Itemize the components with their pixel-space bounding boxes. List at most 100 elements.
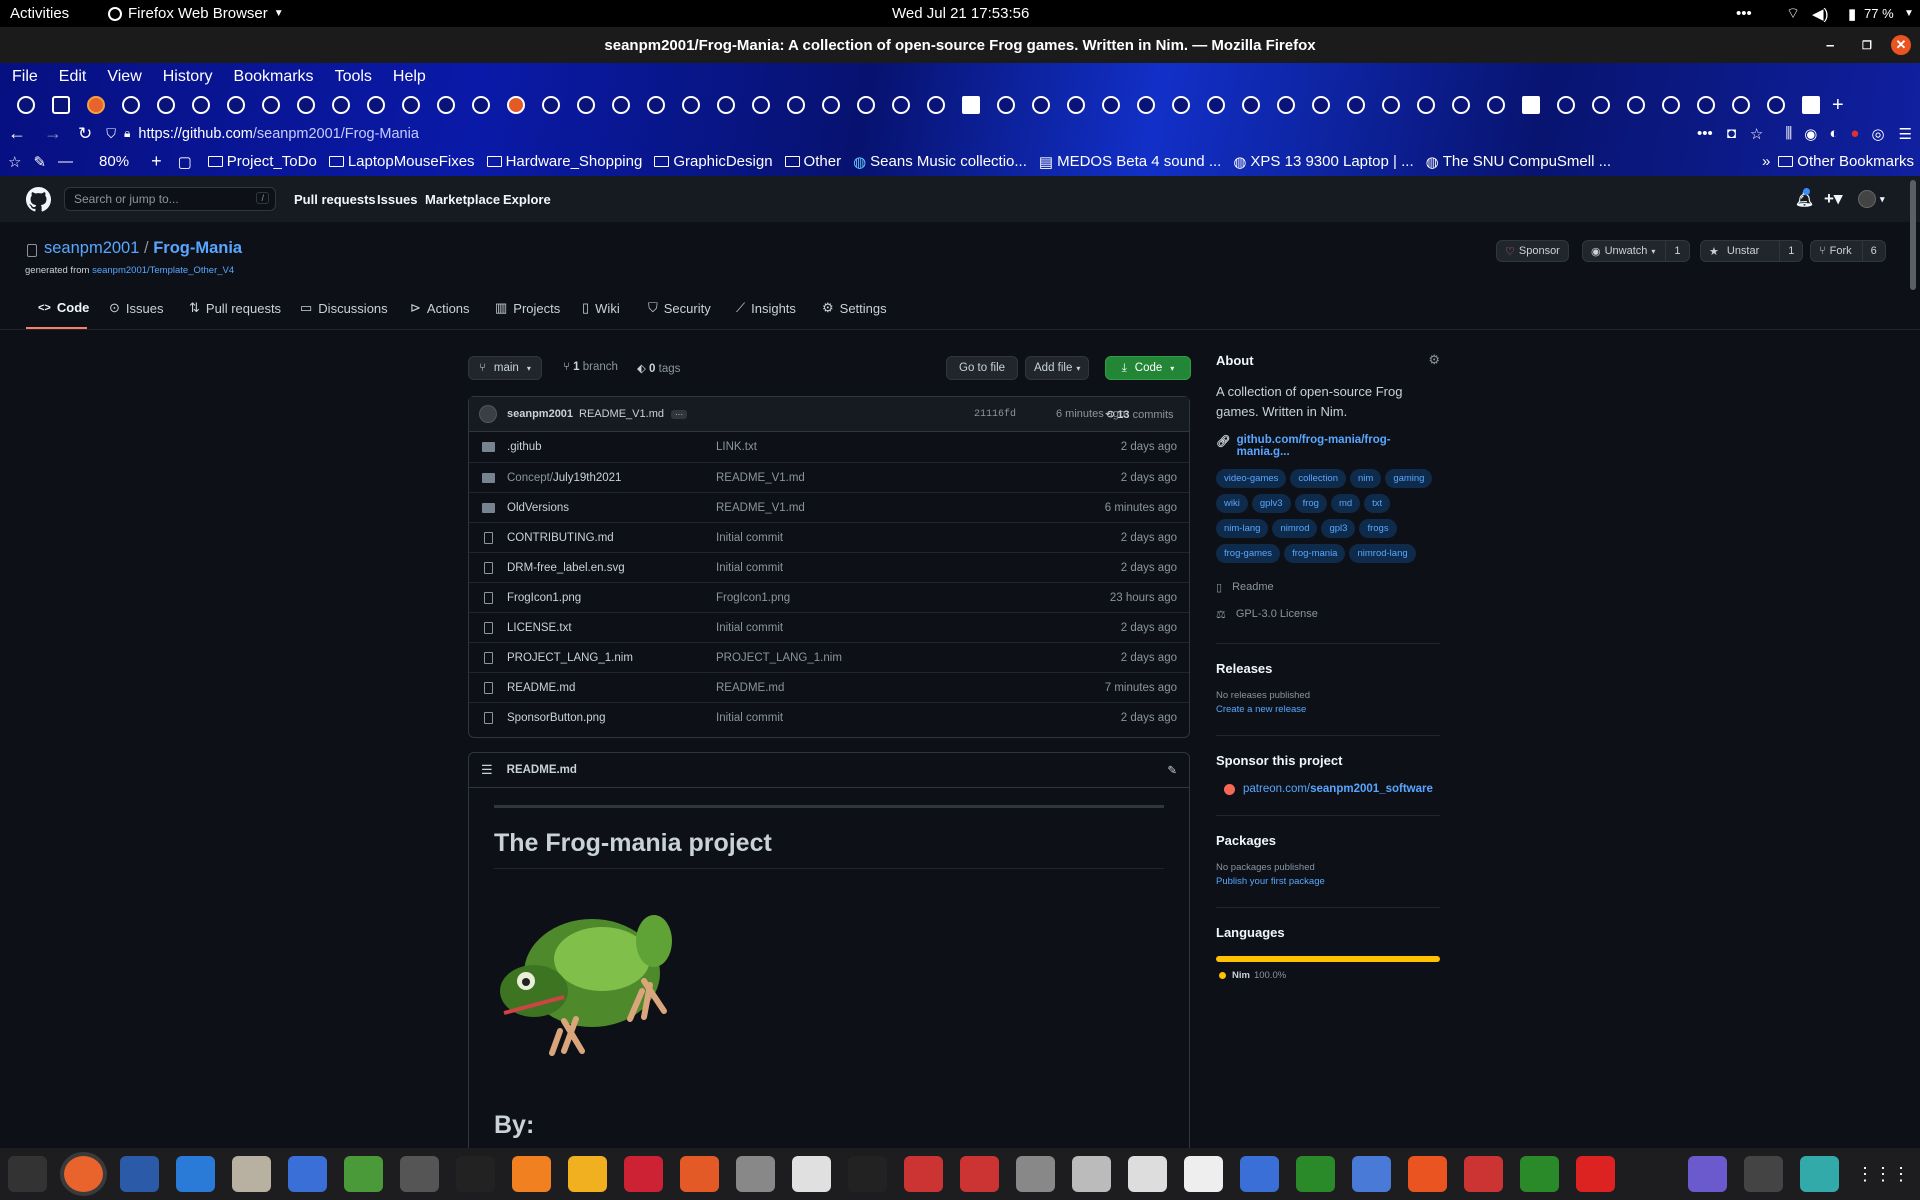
browser-tab[interactable]	[603, 90, 638, 120]
bookmark-folder[interactable]: Other	[784, 153, 841, 170]
image-viewer-icon[interactable]	[736, 1156, 775, 1192]
topic-tag[interactable]: nim-lang	[1216, 519, 1269, 538]
wifi-icon[interactable]: ⌔	[1786, 4, 1800, 23]
file-name[interactable]: CONTRIBUTING.md	[507, 532, 614, 544]
screenshot-icon[interactable]: ▢	[178, 153, 192, 171]
tab-projects[interactable]: ▥ Projects	[495, 300, 560, 316]
file-row[interactable]: OldVersions README_V1.md 6 minutes ago	[469, 492, 1189, 522]
github-ext-icon[interactable]: ◎	[1871, 125, 1884, 143]
browser-tab[interactable]	[778, 90, 813, 120]
browser-tab[interactable]	[953, 90, 988, 120]
file-commit-message[interactable]: Initial commit	[716, 562, 783, 574]
commit-message[interactable]: README_V1.md	[579, 408, 664, 420]
nav-pull-requests[interactable]: Pull requests	[294, 192, 376, 207]
puzzle-game-icon[interactable]	[344, 1156, 383, 1192]
avatar[interactable]	[1858, 190, 1876, 208]
list-icon[interactable]: ☰	[481, 762, 493, 778]
menu-view[interactable]: View	[107, 68, 141, 86]
browser-tab[interactable]	[323, 90, 358, 120]
file-name[interactable]: OldVersions	[507, 502, 569, 514]
firefox-icon[interactable]	[64, 1156, 103, 1192]
topic-tag[interactable]: video-games	[1216, 469, 1287, 488]
add-file-button[interactable]: Add file ▾	[1025, 356, 1090, 380]
browser-tab[interactable]	[1478, 90, 1513, 120]
topic-tag[interactable]: nimrod-lang	[1349, 544, 1416, 563]
clock[interactable]: Wed Jul 21 17:53:56	[892, 5, 1029, 22]
commit-author[interactable]: seanpm2001	[507, 408, 573, 420]
page-actions-icon[interactable]: •••	[1697, 125, 1713, 142]
file-name[interactable]: DRM-free_label.en.svg	[507, 562, 625, 574]
library-icon[interactable]: ⫼	[1785, 125, 1792, 142]
zoom-in-icon[interactable]: +	[151, 151, 162, 172]
browser-tab[interactable]	[743, 90, 778, 120]
browser-tab[interactable]	[1653, 90, 1688, 120]
browser-tab[interactable]	[1723, 90, 1758, 120]
bookmark-item[interactable]: ◍ Seans Music collectio...	[853, 153, 1027, 171]
license-link[interactable]: ⚖ GPL-3.0 License	[1216, 608, 1440, 621]
browser-tab[interactable]	[1793, 90, 1828, 120]
browser-tab[interactable]	[288, 90, 323, 120]
browser-tab[interactable]	[1758, 90, 1793, 120]
show-apps-grid-icon[interactable]: ⋮⋮⋮	[1856, 1164, 1910, 1185]
publish-package-link[interactable]: Publish your first package	[1216, 876, 1440, 887]
browser-tab[interactable]	[568, 90, 603, 120]
browser-tab[interactable]	[183, 90, 218, 120]
topic-tag[interactable]: frog-mania	[1284, 544, 1346, 563]
topic-tag[interactable]: gaming	[1385, 469, 1433, 488]
avatar-chevron-icon[interactable]: ▾	[1880, 194, 1885, 205]
mario-icon[interactable]	[1464, 1156, 1503, 1192]
browser-tab[interactable]	[1583, 90, 1618, 120]
packages-title[interactable]: Packages	[1216, 833, 1440, 848]
menu-file[interactable]: File	[12, 68, 38, 86]
browser-tab[interactable]	[848, 90, 883, 120]
fork-button[interactable]: ⑂ Fork 6	[1810, 240, 1886, 262]
app-menu[interactable]: Firefox Web Browser ▼	[108, 5, 284, 22]
releases-title[interactable]: Releases	[1216, 661, 1440, 676]
font-viewer-icon[interactable]	[1016, 1156, 1055, 1192]
repo-owner[interactable]: seanpm2001	[44, 239, 139, 257]
file-commit-message[interactable]: Initial commit	[716, 532, 783, 544]
overflow-icon[interactable]: •••	[1736, 5, 1752, 22]
menu-bookmarks[interactable]: Bookmarks	[234, 68, 314, 86]
files-icon[interactable]	[232, 1156, 271, 1192]
homepage-link[interactable]: 🔗︎ github.com/frog-mania/frog-mania.g...	[1216, 434, 1440, 458]
minimize-icon[interactable]: –	[1826, 37, 1834, 54]
file-commit-message[interactable]: Initial commit	[716, 712, 783, 724]
search-input[interactable]: Search or jump to... /	[64, 187, 276, 211]
browser-tab[interactable]	[1093, 90, 1128, 120]
menu-tools[interactable]: Tools	[335, 68, 372, 86]
avatar[interactable]	[479, 405, 497, 423]
browser-tab[interactable]	[673, 90, 708, 120]
code-button[interactable]: ⤓ Code ▾	[1105, 356, 1191, 380]
browser-tab[interactable]	[358, 90, 393, 120]
file-row[interactable]: CONTRIBUTING.md Initial commit 2 days ago	[469, 522, 1189, 552]
unwatch-button[interactable]: ◉ Unwatch ▾ 1	[1582, 240, 1690, 262]
file-name[interactable]: FrogIcon1.png	[507, 592, 581, 604]
star-icon[interactable]: ☆	[1750, 125, 1763, 143]
close-icon[interactable]: ✕	[1891, 35, 1911, 55]
ublock-icon[interactable]: ●	[1850, 125, 1859, 142]
file-name[interactable]: SponsorButton.png	[507, 712, 605, 724]
error-icon[interactable]	[1576, 1156, 1615, 1192]
bookmark-item[interactable]: ▤ MEDOS Beta 4 sound ...	[1039, 153, 1221, 171]
sponsor-button[interactable]: ♡ Sponsor	[1496, 240, 1569, 262]
battery-icon[interactable]: ▮	[1848, 5, 1856, 23]
file-commit-message[interactable]: README_V1.md	[716, 502, 805, 514]
wrench-icon[interactable]: ✎	[33, 153, 46, 171]
browser-tab[interactable]	[148, 90, 183, 120]
readme-filename[interactable]: README.md	[507, 764, 577, 776]
reload-icon[interactable]: ↻	[78, 124, 92, 144]
file-name[interactable]: LICENSE.txt	[507, 622, 572, 634]
new-tab-icon[interactable]: +	[1832, 94, 1844, 117]
file-name[interactable]: .github	[507, 441, 542, 453]
topic-tag[interactable]: collection	[1290, 469, 1346, 488]
topic-tag[interactable]: frog	[1294, 494, 1327, 513]
activities-button[interactable]: Activities	[10, 5, 69, 22]
zoom-level[interactable]: 80%	[99, 153, 129, 170]
file-row[interactable]: Concept/July19th2021 README_V1.md 2 days a…	[469, 462, 1189, 492]
dog-icon[interactable]	[1744, 1156, 1783, 1192]
browser-tab[interactable]	[988, 90, 1023, 120]
volume-icon[interactable]: ◀)	[1812, 5, 1829, 23]
browser-tab[interactable]	[883, 90, 918, 120]
browser-tab[interactable]	[498, 90, 533, 120]
